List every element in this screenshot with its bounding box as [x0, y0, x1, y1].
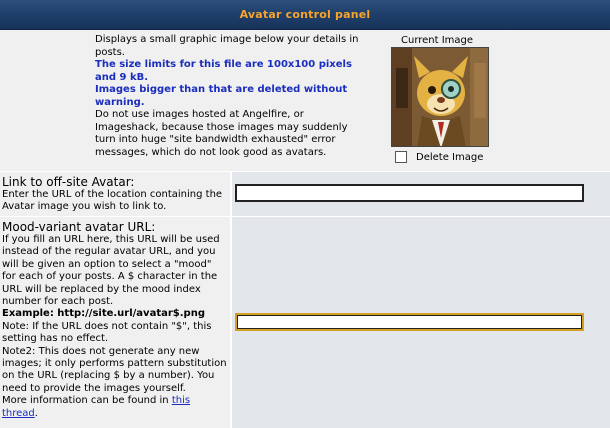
current-image-label: Current Image	[401, 35, 474, 46]
offsite-avatar-description: Enter the URL of the location containing…	[2, 189, 223, 213]
mood-avatar-example: Example: http://site.url/avatar$.png	[2, 308, 205, 320]
offsite-avatar-label-cell: Link to off-site Avatar: Enter the URL o…	[0, 172, 231, 216]
size-limits-text: The size limits for this file are 100x10…	[95, 59, 352, 83]
mood-avatar-row: Mood-variant avatar URL: If you fill an …	[0, 217, 610, 428]
mood-avatar-label-cell: Mood-variant avatar URL: If you fill an …	[0, 217, 231, 428]
mood-avatar-url-input[interactable]	[235, 313, 584, 331]
panel-header: Avatar control panel	[0, 0, 610, 30]
avatar-description: Displays a small graphic image below you…	[95, 34, 363, 159]
mood-avatar-explanation: If you fill an URL here, this URL will b…	[2, 234, 220, 308]
mood-avatar-note2: Note2: This does not generate any new im…	[2, 345, 227, 394]
offsite-avatar-row: Link to off-site Avatar: Enter the URL o…	[0, 172, 610, 216]
delete-image-checkbox[interactable]	[395, 151, 407, 163]
mood-avatar-description: If you fill an URL here, this URL will b…	[2, 234, 228, 420]
hosting-note-text: Do not use images hosted at Angelfire, o…	[95, 109, 348, 158]
more-info-line: More information can be found in this th…	[2, 395, 228, 420]
offsite-avatar-input-cell	[232, 172, 610, 216]
offsite-avatar-title: Link to off-site Avatar:	[2, 175, 135, 189]
more-info-prefix: More information can be found in	[2, 395, 172, 407]
deletion-warning-text: Images bigger than that are deleted with…	[95, 84, 348, 108]
offsite-avatar-url-input[interactable]	[235, 184, 584, 202]
more-info-suffix: .	[34, 407, 38, 419]
delete-image-row: Delete Image	[395, 151, 483, 163]
delete-image-label: Delete Image	[416, 151, 484, 163]
mood-avatar-input-cell	[232, 217, 610, 428]
avatar-section: Displays a small graphic image below you…	[0, 30, 610, 172]
mood-avatar-title: Mood-variant avatar URL:	[2, 220, 156, 234]
avatar-desc-line: Displays a small graphic image below you…	[95, 34, 359, 58]
current-avatar-image	[391, 47, 489, 147]
panel-title: Avatar control panel	[239, 8, 371, 21]
mood-avatar-note1: Note: If the URL does not contain "$", t…	[2, 320, 212, 345]
